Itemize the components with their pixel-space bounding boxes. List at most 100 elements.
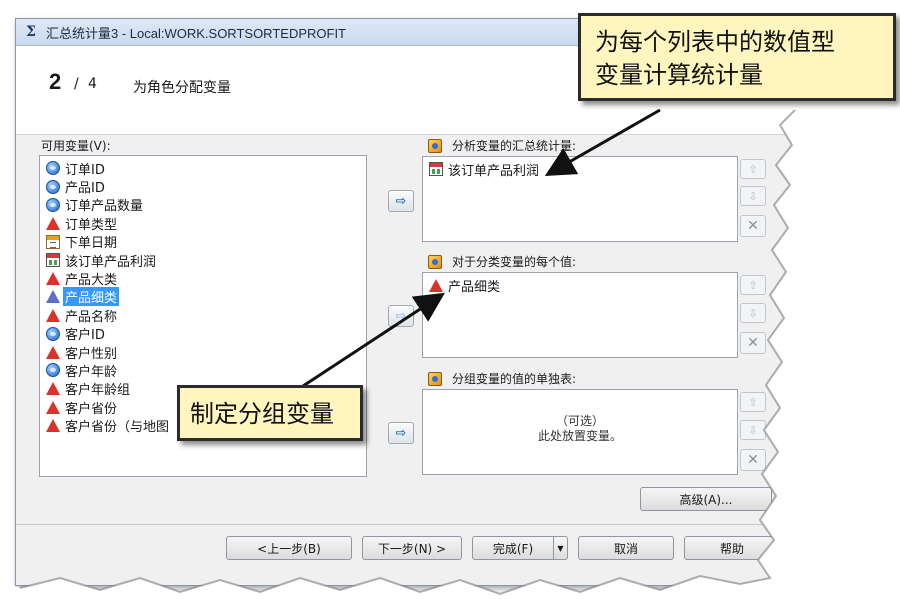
classification-variables-list[interactable]: 产品细类	[422, 272, 738, 358]
variable-label: 产品大类	[65, 273, 118, 289]
caret-down-icon: ▼	[557, 543, 564, 553]
arrow-down-icon: ⇩	[748, 306, 758, 320]
annotation-top-line1: 为每个列表中的数值型	[595, 28, 835, 56]
arrow-right-icon: ⇨	[395, 425, 407, 441]
step-separator: /	[74, 76, 79, 92]
annotation-left: 制定分组变量	[177, 385, 363, 441]
summary-statistics-dialog: Σ 汇总统计量3 - Local:WORK.SORTSORTEDPROFIT 2…	[15, 18, 797, 586]
remove-button[interactable]: ✕	[740, 215, 766, 237]
window-title: 汇总统计量3 - Local:WORK.SORTSORTEDPROFIT	[46, 25, 347, 41]
finish-button[interactable]: 完成(F)	[472, 536, 554, 560]
variable-label: 客户ID	[65, 328, 105, 344]
arrow-right-icon: ⇨	[395, 193, 407, 209]
move-up-button[interactable]: ⇧	[740, 392, 766, 412]
variable-label: 客户省份	[65, 401, 118, 417]
variable-label: 产品名称	[65, 309, 118, 325]
list-item[interactable]: 产品大类	[40, 269, 366, 289]
numeric-variable-icon	[46, 179, 60, 194]
add-analysis-variable-button[interactable]: ⇨	[388, 190, 414, 212]
numeric-variable-icon	[46, 161, 60, 176]
role-icon	[428, 254, 442, 269]
annotation-left-text: 制定分组变量	[190, 400, 334, 428]
back-button[interactable]: <上一步(B)	[226, 536, 352, 560]
date-variable-icon	[46, 234, 60, 249]
category-variable-icon	[46, 216, 60, 230]
arrow-up-icon: ⇧	[748, 278, 758, 292]
category-variable-icon	[46, 272, 60, 286]
list-item[interactable]: 订单ID	[40, 159, 366, 178]
category-variable-icon	[46, 290, 60, 304]
variable-label: 客户性别	[65, 346, 118, 362]
category-variable-icon	[46, 400, 60, 414]
help-button[interactable]: 帮助	[684, 536, 780, 560]
add-classification-variable-button[interactable]: ⇨	[388, 305, 414, 327]
placeholder-drop-hint: 此处放置变量。	[537, 429, 622, 443]
variable-label: 订单ID	[65, 162, 105, 178]
move-up-button[interactable]: ⇧	[740, 275, 766, 295]
list-item[interactable]: 产品细类	[423, 276, 737, 295]
cancel-button[interactable]: 取消	[578, 536, 674, 560]
list-item[interactable]: 客户ID	[40, 325, 366, 343]
add-group-variable-button[interactable]: ⇨	[388, 422, 414, 444]
group-role-label: 分组变量的值的单独表:	[452, 372, 577, 386]
variable-label: 产品细类	[63, 287, 120, 307]
arrow-up-icon: ⇧	[748, 395, 758, 409]
variable-label: 客户省份（与地图	[65, 420, 170, 436]
finish-dropdown-button[interactable]: ▼	[554, 536, 568, 560]
list-item[interactable]: 订单产品数量	[40, 196, 366, 214]
close-icon: ✕	[747, 335, 759, 351]
step-title: 为角色分配变量	[133, 80, 231, 96]
analysis-role-label: 分析变量的汇总统计量:	[452, 139, 577, 153]
list-item[interactable]: 订单类型	[40, 214, 366, 233]
annotation-top-line2: 变量计算统计量	[595, 61, 763, 89]
arrow-down-icon: ⇩	[748, 189, 758, 203]
computed-variable-icon	[429, 162, 443, 177]
variable-label: 下单日期	[65, 236, 118, 252]
group-role-header: 分组变量的值的单独表:	[428, 370, 576, 387]
move-down-button[interactable]: ⇩	[740, 303, 766, 323]
list-item[interactable]: 该订单产品利润	[40, 251, 366, 270]
variable-label: 产品ID	[65, 181, 105, 197]
available-variables-label: 可用变量(V):	[41, 139, 111, 153]
classification-variable-label: 产品细类	[448, 279, 501, 295]
remove-button[interactable]: ✕	[740, 332, 766, 354]
role-icon	[428, 138, 442, 153]
move-down-button[interactable]: ⇩	[740, 186, 766, 206]
remove-button[interactable]: ✕	[740, 449, 766, 471]
variable-label: 订单类型	[65, 217, 118, 233]
move-down-button[interactable]: ⇩	[740, 420, 766, 440]
computed-variable-icon	[46, 253, 60, 268]
list-item[interactable]: 客户性别	[40, 343, 366, 362]
variable-label: 该订单产品利润	[65, 254, 157, 270]
group-variables-list[interactable]: （可选） 此处放置变量。	[422, 389, 738, 475]
list-item[interactable]: 产品ID	[40, 177, 366, 197]
annotation-top: 为每个列表中的数值型 变量计算统计量	[578, 13, 896, 101]
list-item[interactable]: 产品名称	[40, 306, 366, 325]
advanced-button[interactable]: 高级(A)...	[640, 487, 772, 511]
category-variable-icon	[429, 278, 443, 292]
next-button[interactable]: 下一步(N) >	[362, 536, 462, 560]
classification-role-label: 对于分类变量的每个值:	[452, 255, 577, 269]
footer-divider	[16, 524, 796, 525]
arrow-down-icon: ⇩	[748, 423, 758, 437]
list-item[interactable]: 客户年龄	[40, 361, 366, 380]
numeric-variable-icon	[46, 197, 60, 212]
numeric-variable-icon	[46, 326, 60, 341]
list-item[interactable]: 该订单产品利润	[423, 160, 737, 179]
analysis-variables-list[interactable]: 该订单产品利润	[422, 156, 738, 242]
group-placeholder: （可选） 此处放置变量。	[423, 414, 737, 444]
list-item[interactable]: 下单日期	[40, 233, 366, 251]
move-up-button[interactable]: ⇧	[740, 159, 766, 179]
variable-label: 订单产品数量	[65, 199, 144, 215]
variable-label: 客户年龄	[65, 365, 118, 380]
list-item[interactable]: 产品细类	[40, 287, 366, 307]
close-icon: ✕	[747, 218, 759, 234]
placeholder-optional: （可选）	[555, 414, 604, 428]
arrow-right-icon: ⇨	[395, 308, 407, 324]
analysis-role-header: 分析变量的汇总统计量:	[428, 137, 576, 154]
current-step-number: 2	[49, 69, 62, 94]
category-variable-icon	[46, 308, 60, 322]
arrow-up-icon: ⇧	[748, 162, 758, 176]
total-steps: 4	[88, 76, 97, 92]
category-variable-icon	[46, 419, 60, 433]
